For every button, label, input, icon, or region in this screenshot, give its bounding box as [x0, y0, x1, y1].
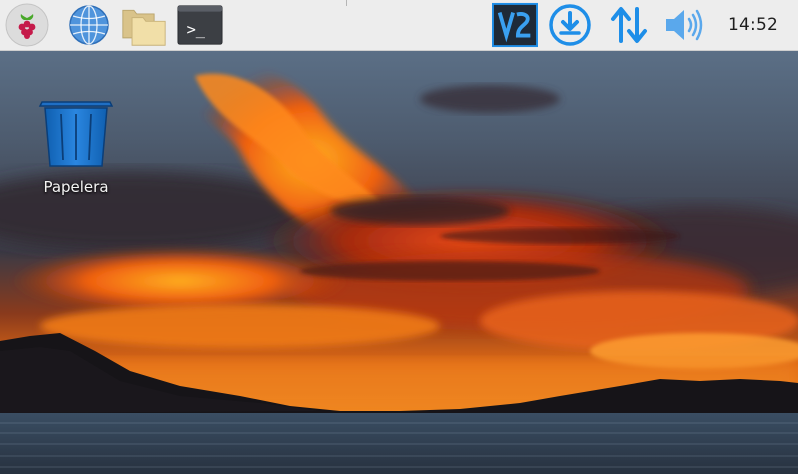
network-tray-button[interactable]	[606, 3, 652, 47]
taskbar-separator	[346, 0, 347, 6]
taskbar: >_ 14:52	[0, 0, 798, 51]
trash-icon	[38, 101, 114, 167]
folder-icon	[122, 9, 166, 46]
terminal-launcher[interactable]: >_	[177, 3, 223, 47]
desktop-icon-trash[interactable]: Papelera	[28, 96, 124, 200]
desktop-screen: >_ 14:52 Papelera	[0, 0, 798, 474]
globe-icon	[69, 5, 109, 45]
desktop-icon-label: Papelera	[43, 178, 109, 196]
file-manager-launcher[interactable]	[121, 3, 167, 47]
volume-tray-button[interactable]	[662, 3, 708, 47]
download-icon	[549, 4, 591, 46]
clock[interactable]: 14:52	[728, 0, 778, 51]
vnc-tray-button[interactable]	[492, 2, 538, 48]
updater-tray-button[interactable]	[547, 3, 593, 47]
speaker-icon	[666, 9, 703, 41]
raspberry-pi-menu-icon	[5, 3, 49, 47]
web-browser-launcher[interactable]	[66, 3, 112, 47]
menu-button[interactable]	[4, 3, 50, 47]
network-arrows-icon	[611, 7, 647, 43]
terminal-icon: >_	[177, 5, 223, 45]
vnc-icon	[492, 2, 538, 48]
terminal-glyph: >_	[187, 21, 206, 39]
